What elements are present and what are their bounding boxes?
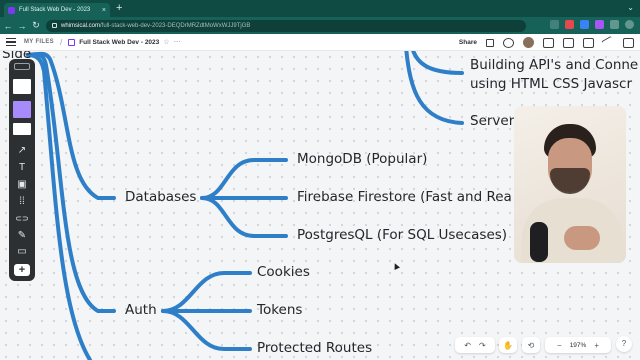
bookmark-icon[interactable] <box>550 20 559 29</box>
my-files-link[interactable]: MY FILES <box>24 39 54 45</box>
node-protected-routes[interactable]: Protected Routes <box>257 341 372 356</box>
presenter-hands <box>564 226 600 250</box>
browser-toolbar: ← → ↻ whimsical.com/full-stack-web-dev-2… <box>0 17 640 34</box>
camera-icon[interactable] <box>563 37 574 48</box>
share-button[interactable]: Share <box>459 39 477 46</box>
redo-icon[interactable]: ↷ <box>479 341 486 350</box>
extension-red-icon[interactable] <box>565 20 574 29</box>
browser-tab-bar: Full Stack Web Dev - 2023 × + ⌄ <box>0 0 640 17</box>
present-icon[interactable] <box>543 37 554 48</box>
node-cookies[interactable]: Cookies <box>257 265 310 280</box>
text-block-tool[interactable] <box>13 123 31 135</box>
header-actions: Share <box>459 35 634 50</box>
node-auth[interactable]: Auth <box>125 303 157 318</box>
arrow-tool-icon[interactable]: ↗ <box>9 146 35 156</box>
branch-postgres <box>200 196 288 238</box>
branch-apis <box>411 51 464 75</box>
panel-icon[interactable] <box>623 37 634 48</box>
url-text: whimsical.com/full-stack-web-dev-2023-DE… <box>61 22 251 29</box>
avatar[interactable] <box>523 37 534 48</box>
zoom-in-button[interactable]: + <box>594 341 599 350</box>
node-apis-line1[interactable]: Building API's and Conne <box>470 58 638 73</box>
extension-blue-icon[interactable] <box>580 20 589 29</box>
board-icon <box>68 38 76 46</box>
zoom-controls: − 197% + <box>545 337 611 353</box>
branch-to-databases <box>26 51 116 200</box>
extensions-puzzle-icon[interactable] <box>610 20 619 29</box>
lock-share-icon[interactable] <box>486 38 494 47</box>
like-icon[interactable] <box>503 37 514 48</box>
branch-offscreen <box>26 53 92 360</box>
node-apis-line2[interactable]: using HTML CSS Javascr <box>470 77 632 92</box>
grid-tool-icon[interactable]: ⁞⁞ <box>9 197 35 207</box>
undo-redo-group: ↶ ↷ <box>455 337 495 353</box>
extension-icons <box>550 20 634 29</box>
link-tool-icon[interactable]: ⊂⊃ <box>9 214 35 224</box>
node-server[interactable]: Server <box>470 114 514 129</box>
history-button[interactable]: ⟲ <box>522 337 540 353</box>
branch-to-auth <box>26 52 116 313</box>
card-tool[interactable] <box>13 79 31 94</box>
add-icon[interactable]: + <box>14 264 30 276</box>
zoom-out-button[interactable]: − <box>557 341 562 350</box>
node-databases[interactable]: Databases <box>125 190 196 205</box>
tab-title: Full Stack Web Dev - 2023 <box>19 7 91 13</box>
address-bar[interactable]: whimsical.com/full-stack-web-dev-2023-DE… <box>46 19 526 32</box>
lock-icon <box>52 23 57 28</box>
text-tool-icon[interactable]: T <box>9 163 35 173</box>
reload-button[interactable]: ↻ <box>30 20 42 31</box>
pen-tool-icon[interactable]: ✎ <box>9 231 35 241</box>
forward-button[interactable]: → <box>16 21 28 31</box>
tab-search-icon[interactable]: ⌄ <box>627 3 634 12</box>
undo-icon[interactable]: ↶ <box>464 341 471 350</box>
microphone <box>530 222 548 262</box>
extension-purple-icon[interactable] <box>595 20 604 29</box>
section-tool-icon[interactable]: ▭ <box>9 247 35 257</box>
new-tab-button[interactable]: + <box>116 2 122 14</box>
sticky-note-tool[interactable] <box>13 101 31 118</box>
zoom-level[interactable]: 197% <box>570 342 587 349</box>
branch-cookies <box>161 271 252 313</box>
tab-close-icon[interactable]: × <box>102 7 106 14</box>
breadcrumb-separator: / <box>59 37 63 47</box>
history-icon: ⟲ <box>527 340 535 350</box>
hand-tool-button[interactable]: ✋ <box>499 337 517 353</box>
star-icon[interactable]: ☆ <box>163 38 169 46</box>
node-tokens[interactable]: Tokens <box>257 303 302 318</box>
branch-protected-routes <box>161 309 252 351</box>
comment-icon[interactable] <box>583 37 594 48</box>
node-postgres[interactable]: PostgresQL (For SQL Usecases) <box>297 228 507 243</box>
hand-icon: ✋ <box>503 340 513 350</box>
menu-icon[interactable] <box>6 38 16 46</box>
tool-palette: ↗ T ▣ ⁞⁞ ⊂⊃ ✎ ▭ + <box>9 59 35 281</box>
whimsical-favicon-icon <box>8 6 15 14</box>
board-title[interactable]: Full Stack Web Dev - 2023 <box>79 39 159 46</box>
app-header: MY FILES / Full Stack Web Dev - 2023 ☆ ⋯… <box>0 34 640 51</box>
profile-icon[interactable] <box>625 20 634 29</box>
palette-collapse-icon[interactable] <box>14 63 30 70</box>
more-icon[interactable]: ⋯ <box>174 38 181 46</box>
node-firebase[interactable]: Firebase Firestore (Fast and Rea <box>297 190 512 205</box>
node-mongodb[interactable]: MongoDB (Popular) <box>297 152 427 167</box>
branch-mongodb <box>200 158 288 200</box>
branch-server <box>404 51 464 125</box>
send-icon[interactable] <box>601 35 616 50</box>
webcam-overlay <box>514 106 626 263</box>
help-button[interactable]: ? <box>616 336 632 352</box>
browser-tab[interactable]: Full Stack Web Dev - 2023 × <box>4 3 110 17</box>
back-button[interactable]: ← <box>2 21 14 31</box>
image-tool-icon[interactable]: ▣ <box>9 180 35 190</box>
